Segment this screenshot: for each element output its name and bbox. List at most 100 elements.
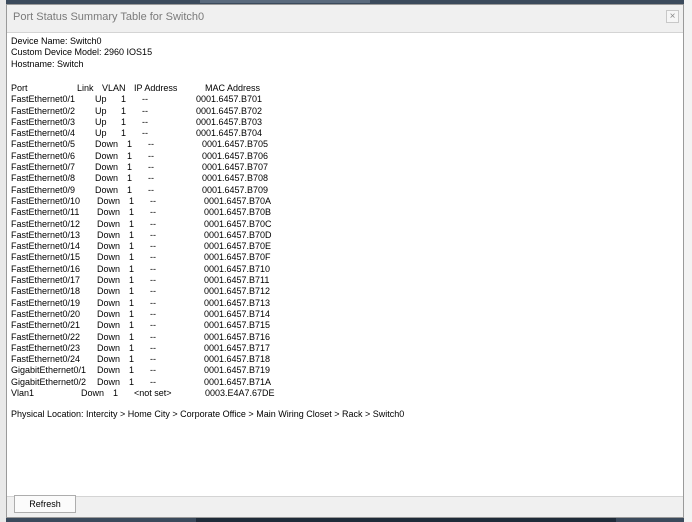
cell-vlan: 1 [129, 286, 135, 297]
cell-mac-address: 0001.6457.B705 [202, 139, 269, 150]
cell-link: Up [95, 128, 107, 139]
cell-ip-address: -- [150, 241, 156, 252]
cell-port: FastEthernet0/13 [11, 229, 81, 240]
device-model-line: Custom Device Model: 2960 IOS15 [11, 47, 153, 58]
cell-vlan: 1 [129, 263, 135, 274]
cell-ip-address: -- [150, 308, 156, 319]
cell-vlan: 1 [127, 139, 133, 150]
cell-vlan: 1 [127, 150, 133, 161]
cell-port: FastEthernet0/10 [11, 195, 81, 206]
cell-link: Down [97, 376, 121, 387]
cell-port: FastEthernet0/5 [11, 139, 76, 150]
cell-port: FastEthernet0/18 [11, 286, 81, 297]
physical-location: Physical Location: Intercity > Home City… [11, 409, 405, 419]
background-window-right [684, 0, 692, 522]
cell-vlan: 1 [129, 218, 135, 229]
cell-vlan: 1 [127, 184, 133, 195]
cell-port: FastEthernet0/3 [11, 116, 76, 127]
cell-ip-address: -- [150, 320, 156, 331]
cell-link: Down [97, 342, 121, 353]
cell-ip-address: -- [142, 105, 148, 116]
cell-link: Down [95, 173, 119, 184]
cell-mac-address: 0001.6457.B706 [202, 150, 269, 161]
cell-link: Down [97, 354, 121, 365]
cell-port: FastEthernet0/16 [11, 263, 81, 274]
cell-vlan: 1 [127, 173, 133, 184]
cell-mac-address: 0001.6457.B70A [204, 195, 272, 206]
cell-link: Down [97, 275, 121, 286]
cell-link: Up [95, 105, 107, 116]
cell-port: FastEthernet0/9 [11, 184, 76, 195]
cell-link: Down [97, 365, 121, 376]
cell-port: FastEthernet0/14 [11, 241, 81, 252]
cell-port: FastEthernet0/23 [11, 342, 81, 353]
cell-port: FastEthernet0/4 [11, 128, 76, 139]
cell-ip-address: -- [150, 263, 156, 274]
cell-mac-address: 0001.6457.B707 [202, 162, 269, 173]
cell-port: FastEthernet0/17 [11, 275, 81, 286]
cell-ip-address: -- [150, 275, 156, 286]
dialog-title: Port Status Summary Table for Switch0 [13, 11, 205, 23]
status-content-area: Device Name: Switch0 Custom Device Model… [7, 32, 683, 497]
cell-mac-address: 0001.6457.B710 [204, 263, 271, 274]
cell-ip-address: -- [150, 376, 156, 387]
cell-mac-address: 0001.6457.B714 [204, 308, 271, 319]
cell-ip-address: -- [150, 297, 156, 308]
cell-vlan: 1 [121, 116, 127, 127]
device-name-line: Device Name: Switch0 [11, 36, 102, 46]
cell-mac-address: 0001.6457.B71A [204, 376, 272, 387]
cell-link: Up [95, 116, 107, 127]
cell-ip-address: -- [150, 229, 156, 240]
cell-mac-address: 0001.6457.B70B [204, 207, 272, 218]
cell-vlan: 1 [129, 207, 135, 218]
cell-vlan: 1 [121, 105, 127, 116]
close-button[interactable]: × [666, 10, 679, 23]
cell-link: Down [97, 207, 121, 218]
cell-port: Vlan1 [11, 388, 35, 399]
cell-ip-address: -- [150, 252, 156, 263]
cell-vlan: 1 [129, 252, 135, 263]
cell-vlan: 1 [129, 354, 135, 365]
cell-link: Down [97, 297, 121, 308]
cell-port: FastEthernet0/15 [11, 252, 81, 263]
hostname-line: Hostname: Switch [11, 58, 84, 69]
refresh-button[interactable]: Refresh [14, 495, 76, 513]
cell-port: FastEthernet0/1 [11, 94, 76, 105]
cell-ip-address: -- [150, 286, 156, 297]
column-header-mac-address: MAC Address [205, 83, 261, 93]
cell-mac-address: 0001.6457.B717 [204, 342, 271, 353]
column-header-ip-address: IP Address [134, 83, 178, 93]
cell-ip-address: -- [148, 139, 154, 150]
cell-link: Down [97, 263, 121, 274]
dialog-titlebar[interactable]: Port Status Summary Table for Switch0 × [7, 5, 683, 31]
cell-vlan: 1 [129, 297, 135, 308]
cell-ip-address: -- [142, 128, 148, 139]
cell-mac-address: 0001.6457.B701 [196, 94, 263, 105]
cell-link: Down [95, 162, 119, 173]
cell-link: Down [97, 308, 121, 319]
cell-link: Down [95, 184, 119, 195]
cell-ip-address: -- [142, 94, 148, 105]
cell-vlan: 1 [129, 331, 135, 342]
cell-vlan: 1 [129, 320, 135, 331]
cell-mac-address: 0001.6457.B719 [204, 365, 271, 376]
cell-ip-address: -- [148, 184, 154, 195]
cell-mac-address: 0001.6457.B70F [204, 252, 271, 263]
cell-ip-address: -- [150, 195, 156, 206]
cell-vlan: 1 [129, 365, 135, 376]
cell-link: Down [95, 150, 119, 161]
cell-vlan: 1 [121, 128, 127, 139]
column-header-vlan: VLAN [102, 83, 126, 93]
cell-vlan: 1 [129, 229, 135, 240]
cell-mac-address: 0001.6457.B703 [196, 116, 263, 127]
port-status-dialog: Port Status Summary Table for Switch0 × … [6, 4, 684, 518]
column-header-link: Link [77, 83, 94, 93]
cell-mac-address: 0001.6457.B708 [202, 173, 269, 184]
column-header-port: Port [11, 83, 28, 93]
cell-mac-address: 0001.6457.B709 [202, 184, 269, 195]
cell-vlan: 1 [129, 195, 135, 206]
cell-link: Down [97, 286, 121, 297]
cell-link: Down [97, 241, 121, 252]
cell-mac-address: 0001.6457.B70E [204, 241, 272, 252]
cell-port: FastEthernet0/21 [11, 320, 81, 331]
